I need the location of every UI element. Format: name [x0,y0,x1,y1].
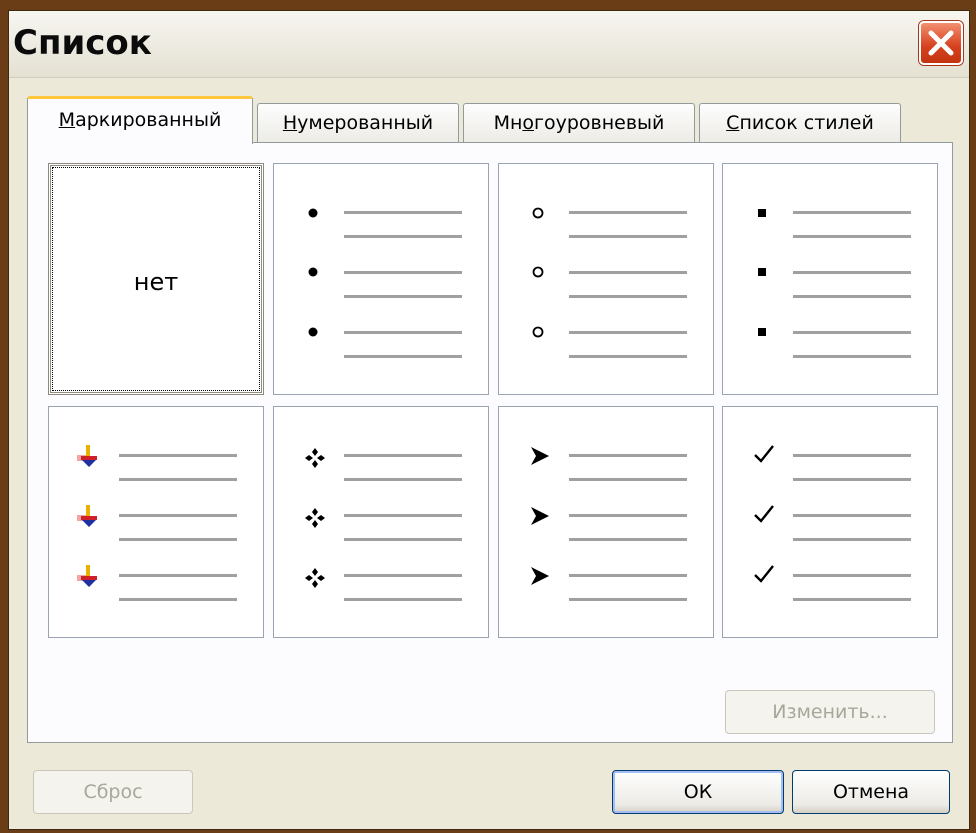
tab-accelerator: о [522,112,535,134]
list-line [119,598,237,601]
checkmark-bullet-icon [754,565,774,583]
title-bar[interactable]: Список [9,11,969,78]
list-line [344,331,462,334]
list-line [569,478,687,481]
hollow-circle-bullet-icon [532,266,544,278]
tab-multilevel[interactable]: Многоуровневый [463,103,695,143]
filled-circle-bullet-icon [308,267,318,277]
arrowhead-bullet-icon [531,507,549,525]
list-line [569,295,687,298]
cancel-button[interactable]: Отмена [792,770,950,814]
tab-list-styles[interactable]: Список стилей [699,103,901,143]
reset-button[interactable]: Сброс [33,770,193,814]
close-icon [928,30,954,56]
pushpin-bullet-icon [77,505,97,527]
list-line [344,574,462,577]
list-line [569,514,687,517]
list-line [569,271,687,274]
dialog-title: Список [13,23,152,63]
list-line [569,538,687,541]
pushpin-bullet-icon [77,445,97,467]
tab-label-pre: Мн [493,112,523,134]
list-line [344,454,462,457]
list-line [344,235,462,238]
pushpin-bullet-icon [77,565,97,587]
filled-circle-bullet-icon [308,208,318,218]
tab-numbered[interactable]: Нумерованный [257,103,459,143]
list-line [793,271,911,274]
hollow-circle-bullet-icon [532,207,544,219]
none-label: нет [133,268,179,296]
list-line [569,235,687,238]
list-line [793,454,911,457]
bullet-style-none[interactable]: нет [48,163,264,395]
tab-label-post: умерованный [297,112,434,134]
list-line [793,574,911,577]
bullet-style-arrowhead[interactable] [498,406,714,638]
list-line [569,211,687,214]
filled-square-bullet-icon [758,328,766,336]
list-line [344,295,462,298]
list-line [344,478,462,481]
tab-bulleted[interactable]: Маркированный [27,96,253,144]
list-line [569,331,687,334]
list-line [793,355,911,358]
bullet-style-filled-square[interactable] [722,163,938,395]
list-line [793,598,911,601]
tab-accelerator: С [726,112,740,134]
bulleted-tab-panel: нет Изменить... [27,142,953,743]
close-button[interactable] [919,21,963,65]
list-line [344,598,462,601]
hollow-circle-bullet-icon [532,326,544,338]
arrowhead-bullet-icon [531,447,549,465]
list-line [569,355,687,358]
list-line [119,514,237,517]
list-line [344,538,462,541]
list-line [793,331,911,334]
list-line [569,574,687,577]
bullet-style-pushpin[interactable] [48,406,264,638]
list-line [793,295,911,298]
list-line [793,211,911,214]
list-line [344,271,462,274]
filled-circle-bullet-icon [308,327,318,337]
tab-accelerator: М [58,109,76,131]
tab-accelerator: Н [282,112,298,134]
list-line [569,598,687,601]
arrowhead-bullet-icon [531,567,549,585]
list-line [344,211,462,214]
tab-label-post: писок стилей [739,112,874,134]
bullet-style-checkmark[interactable] [722,406,938,638]
list-line [119,478,237,481]
tab-label-post: аркированный [75,109,222,131]
list-line [793,538,911,541]
bullet-style-four-diamond[interactable] [273,406,489,638]
four-diamond-bullet-icon [305,508,325,528]
list-line [119,538,237,541]
filled-square-bullet-icon [758,209,766,217]
ok-button[interactable]: ОК [612,770,784,814]
list-line [119,574,237,577]
list-line [119,454,237,457]
tab-label-post: гоуровневый [534,112,665,134]
bullet-style-hollow-circle[interactable] [498,163,714,395]
four-diamond-bullet-icon [305,448,325,468]
checkmark-bullet-icon [754,505,774,523]
checkmark-bullet-icon [754,445,774,463]
list-dialog: Список Маркированный Нумерованный Многоу… [8,10,970,830]
filled-square-bullet-icon [758,268,766,276]
bullet-style-filled-circle[interactable] [273,163,489,395]
list-line [793,514,911,517]
list-line [793,235,911,238]
list-line [569,454,687,457]
modify-button[interactable]: Изменить... [725,690,935,734]
four-diamond-bullet-icon [305,568,325,588]
list-line [793,478,911,481]
list-line [344,514,462,517]
list-line [344,355,462,358]
